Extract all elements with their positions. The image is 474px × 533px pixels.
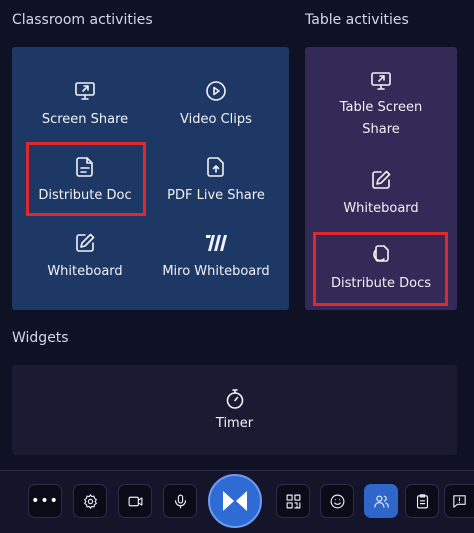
- table-activities-title: Table activities: [305, 12, 409, 28]
- widgets-panel: Timer: [12, 365, 457, 455]
- table-screen-share-label-line1: Table Screen: [339, 100, 423, 115]
- pdf-live-share-label: PDF Live Share: [167, 188, 265, 203]
- home-logo-button[interactable]: [208, 474, 262, 528]
- widgets-title: Widgets: [12, 330, 69, 346]
- logo-icon: [223, 491, 247, 511]
- screen-share-tile[interactable]: Screen Share: [20, 79, 150, 131]
- gear-icon: [83, 493, 97, 509]
- participants-button[interactable]: [364, 484, 398, 518]
- upload-document-icon: [207, 157, 224, 177]
- qr-code-button[interactable]: [276, 484, 310, 518]
- pen-square-icon: [76, 233, 95, 252]
- smiley-icon: [330, 494, 344, 508]
- more-button[interactable]: •••: [28, 484, 62, 518]
- miro-logo-icon: [206, 235, 227, 251]
- classroom-activities-title: Classroom activities: [12, 12, 153, 28]
- whiteboard-tile[interactable]: Whiteboard: [20, 231, 150, 283]
- video-clips-tile[interactable]: Video Clips: [151, 79, 281, 131]
- people-icon: [373, 495, 389, 508]
- pen-square-icon: [372, 170, 391, 189]
- miro-whiteboard-tile[interactable]: Miro Whiteboard: [151, 231, 281, 283]
- video-camera-icon: [128, 496, 142, 506]
- help-chat-icon: [453, 494, 466, 508]
- screen-share-icon: [371, 72, 391, 90]
- microphone-button[interactable]: [163, 484, 197, 518]
- distribute-docs-highlight: [313, 232, 448, 306]
- activities-page: Classroom activities Table activities Sc…: [0, 0, 474, 533]
- timer-label: Timer: [215, 416, 254, 431]
- timer-tile[interactable]: Timer: [162, 387, 307, 435]
- help-button[interactable]: [444, 484, 474, 518]
- qr-code-icon: [286, 494, 300, 508]
- reactions-button[interactable]: [320, 484, 354, 518]
- stopwatch-icon: [226, 389, 243, 409]
- table-screen-share-label-line2: Share: [362, 122, 400, 137]
- screen-share-label: Screen Share: [41, 112, 129, 127]
- microphone-icon: [174, 494, 186, 508]
- camera-button[interactable]: [118, 484, 152, 518]
- more-icon: •••: [31, 493, 59, 509]
- settings-button[interactable]: [73, 484, 107, 518]
- whiteboard-label: Whiteboard: [47, 264, 123, 279]
- table-whiteboard-tile[interactable]: Whiteboard: [309, 168, 453, 220]
- clipboard-icon: [416, 493, 428, 508]
- table-screen-share-tile[interactable]: Table Screen Share: [309, 69, 453, 141]
- play-circle-icon: [206, 81, 226, 101]
- distribute-doc-highlight: [26, 142, 146, 216]
- table-whiteboard-label: Whiteboard: [343, 201, 419, 216]
- miro-whiteboard-label: Miro Whiteboard: [162, 264, 270, 279]
- screen-share-icon: [75, 82, 95, 100]
- video-clips-label: Video Clips: [180, 112, 252, 127]
- clipboard-button[interactable]: [405, 484, 439, 518]
- pdf-live-share-tile[interactable]: PDF Live Share: [151, 155, 281, 207]
